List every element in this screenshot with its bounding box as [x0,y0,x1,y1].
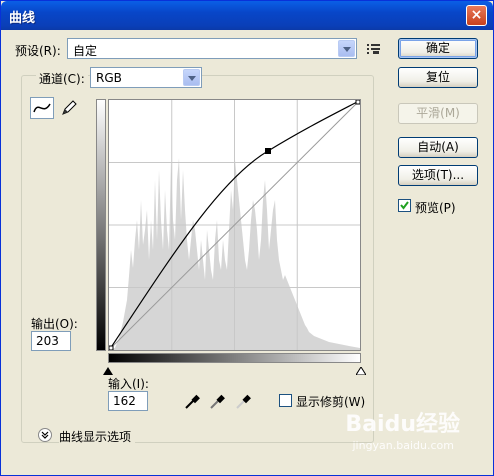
black-eyedropper-icon[interactable] [183,393,201,411]
gray-eyedropper-icon[interactable] [208,393,226,411]
baidu-watermark-url: jingyan.baidu.com [352,439,454,452]
pencil-tool[interactable] [59,98,79,118]
preset-options-icon[interactable] [367,43,381,55]
expand-options-button[interactable] [38,428,52,442]
input-field[interactable]: 162 [108,391,148,411]
show-clipping-checkbox[interactable] [279,394,292,407]
baidu-watermark: Baidu经验 [345,412,460,437]
white-eyedropper-icon[interactable] [234,393,252,411]
preset-label: 预设(R): [15,44,61,58]
close-button[interactable]: × [466,5,487,26]
output-label: 输出(O): [31,317,78,331]
preview-checkbox[interactable] [398,199,411,212]
checkmark-icon [400,201,409,210]
output-gradient-bar [96,99,106,351]
white-point-slider[interactable] [355,364,367,378]
ok-button[interactable]: 确定 [398,38,478,59]
curve-endpoint-white [355,99,361,105]
channel-label: 通道(C): [36,70,88,87]
window-title: 曲线 [9,11,36,26]
curve-icon [33,103,51,113]
curve-control-point [265,148,271,154]
preview-label[interactable]: 预览(P) [415,199,456,216]
chevron-down-icon[interactable] [338,40,355,57]
input-gradient-bar [108,353,361,363]
output-field[interactable]: 203 [31,331,71,351]
preset-value: 自定 [73,44,98,58]
options-button[interactable]: 选项(T)... [398,165,478,186]
pencil-icon [62,100,77,115]
smooth-button[interactable]: 平滑(M) [398,103,478,124]
double-chevron-down-icon [41,431,49,439]
reset-button[interactable]: 复位 [398,67,478,88]
curve-display-options-label[interactable]: 曲线显示选项 [59,428,136,445]
channel-value: RGB [96,71,122,85]
input-label: 输入(I): [108,377,149,391]
title-bar[interactable]: 曲线 × [1,1,493,30]
curve-point-tool[interactable] [30,97,54,119]
preset-select[interactable]: 自定 [67,38,357,59]
auto-button[interactable]: 自动(A) [398,137,478,158]
channel-select[interactable]: RGB [90,67,202,88]
curves-dialog: 曲线 × 预设(R): 自定 确定 复位 平滑(M) 自动(A) 选项(T)..… [0,0,494,476]
curves-graph[interactable] [108,99,361,351]
chevron-down-icon[interactable] [183,69,200,86]
curve-endpoint-black [108,345,114,351]
